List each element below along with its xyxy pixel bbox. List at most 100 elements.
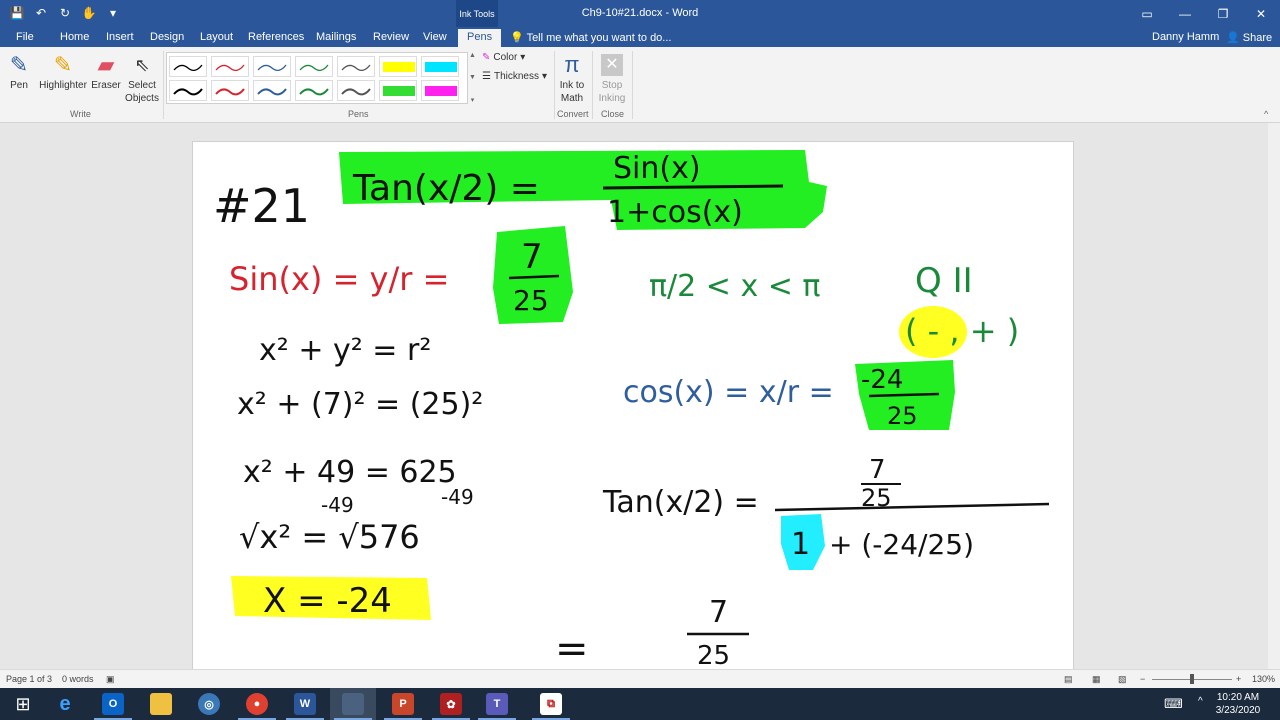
gallery-down-icon[interactable]: ▼ [468, 74, 477, 81]
save-icon[interactable]: 💾 [8, 4, 26, 22]
notifications-chevron-icon[interactable]: ^ [1198, 696, 1203, 707]
tell-me-box[interactable]: 💡 Tell me what you want to do... [510, 31, 671, 44]
system-clock[interactable]: 10:20 AM 3/23/2020 [1210, 691, 1266, 717]
page-count[interactable]: Page 1 of 3 [6, 674, 52, 684]
highlighter-swatch[interactable] [421, 56, 459, 77]
proofing-icon[interactable]: ▣ [106, 674, 115, 685]
share-label: Share [1242, 32, 1273, 44]
windows-start-icon: ⊞ [15, 693, 31, 714]
document-page[interactable]: #21 Tan(x/2) = Sin(x) 1+cos(x) x² + y² =… [192, 141, 1074, 681]
tab-design[interactable]: Design [150, 29, 184, 47]
minimize-icon[interactable]: — [1166, 0, 1204, 27]
tab-mailings[interactable]: Mailings [316, 29, 356, 47]
pen-stroke-sample [341, 88, 371, 96]
pen-swatch[interactable] [295, 80, 333, 101]
tab-home[interactable]: Home [60, 29, 89, 47]
taskbar-ie[interactable]: e [42, 688, 88, 720]
pen-swatch[interactable] [211, 56, 249, 77]
read-mode-icon[interactable]: ▤ [1064, 674, 1073, 685]
undo-icon[interactable]: ↶ [32, 4, 50, 22]
result-equation: X = -24 [263, 581, 392, 621]
word-icon: W [294, 693, 316, 715]
stop-inking-button[interactable]: ✕ Stop Inking [596, 51, 628, 105]
keyboard-icon[interactable]: ⌨ [1164, 696, 1183, 712]
step-one-equation: x² + 49 = 625 [243, 455, 457, 490]
tab-review[interactable]: Review [373, 29, 409, 47]
pen-button[interactable]: ✎ Pen [6, 51, 32, 92]
tab-file[interactable]: File [16, 29, 34, 47]
zoom-out-icon[interactable]: − [1140, 674, 1145, 684]
tab-view[interactable]: View [423, 29, 447, 47]
step-one-subtract-right: -49 [441, 485, 474, 509]
pen-swatch[interactable] [337, 80, 375, 101]
restore-icon[interactable]: ❐ [1204, 0, 1242, 27]
tab-insert[interactable]: Insert [106, 29, 134, 47]
pen-swatch[interactable] [253, 80, 291, 101]
user-name[interactable]: Danny Hamm [1152, 31, 1219, 43]
tab-layout[interactable]: Layout [200, 29, 233, 47]
gallery-up-icon[interactable]: ▲ [468, 52, 477, 59]
pen-swatch[interactable] [169, 80, 207, 101]
problem-number: #21 [213, 179, 310, 233]
gallery-more-icon[interactable]: ▾ [468, 96, 477, 104]
pen-swatch[interactable] [253, 56, 291, 77]
identity-numerator: Sin(x) [613, 151, 701, 186]
taskbar-app[interactable]: ◎ [186, 688, 232, 720]
taskbar-word[interactable]: W [282, 688, 328, 720]
highlighter-swatch[interactable] [421, 80, 459, 101]
taskbar-file-explorer[interactable] [138, 688, 184, 720]
document-title: Ch9-10#21.docx - Word [581, 7, 699, 19]
vertical-scrollbar[interactable] [1268, 123, 1280, 669]
ink-to-math-button[interactable]: π Ink to Math [556, 51, 588, 105]
zoom-slider-thumb[interactable] [1190, 674, 1194, 684]
select-objects-button[interactable]: ⇖ Select Objects [122, 51, 162, 105]
pen-swatch[interactable] [169, 56, 207, 77]
zoom-level[interactable]: 130% [1252, 674, 1275, 684]
share-button[interactable]: 👤 Share [1226, 31, 1272, 44]
taskbar-outlook[interactable]: O [90, 688, 136, 720]
taskbar-powerpoint[interactable]: P [380, 688, 426, 720]
pen-swatch[interactable] [337, 56, 375, 77]
taskbar-teams[interactable]: T [474, 688, 520, 720]
start-button[interactable]: ⊞ [0, 688, 46, 720]
highlighter-swatch[interactable] [379, 56, 417, 77]
ribbon-display-icon[interactable]: ▭ [1128, 0, 1166, 27]
step-one-subtract-left: -49 [321, 493, 354, 517]
taskbar-chrome[interactable]: ● [234, 688, 280, 720]
cos-equation: cos(x) = x/r = [623, 375, 834, 410]
identity-fraction-bar [602, 184, 784, 190]
pen-swatch[interactable] [295, 56, 333, 77]
window-controls: ▭ — ❐ ✕ [1128, 0, 1280, 27]
stop-inking-label-1: Stop [601, 80, 623, 91]
eraser-button[interactable]: ▰ Eraser [91, 51, 121, 92]
gallery-scroll: ▲ ▼ ▾ [468, 52, 477, 104]
web-layout-icon[interactable]: ▧ [1118, 674, 1127, 685]
pen-swatch[interactable] [211, 80, 249, 101]
taskbar-active-app[interactable] [330, 688, 376, 720]
collapse-ribbon-icon[interactable]: ^ [1264, 109, 1268, 119]
final-denominator: 25 [697, 641, 730, 671]
color-button[interactable]: ✎ Color ▾ [482, 52, 525, 63]
dropdown-arrow-icon: ▾ [541, 71, 548, 82]
highlighter-swatch[interactable] [379, 80, 417, 101]
select-objects-label-1: Select [128, 80, 156, 91]
tab-references[interactable]: References [248, 29, 304, 47]
close-icon[interactable]: ✕ [1242, 0, 1280, 27]
print-layout-icon[interactable]: ▦ [1092, 674, 1101, 685]
highlighter-button[interactable]: ✎ Highlighter [36, 51, 90, 92]
outlook-icon: O [102, 693, 124, 715]
word-count[interactable]: 0 words [62, 674, 94, 684]
zoom-in-icon[interactable]: + [1236, 674, 1241, 684]
taskbar-paint[interactable]: ✿ [428, 688, 474, 720]
customize-qat-icon[interactable]: ▾ [104, 4, 122, 22]
thickness-label: Thickness [493, 71, 539, 82]
identity-denominator: 1+cos(x) [607, 195, 743, 230]
redo-icon[interactable]: ↻ [56, 4, 74, 22]
ink-canvas[interactable]: #21 Tan(x/2) = Sin(x) 1+cos(x) x² + y² =… [193, 142, 1074, 681]
taskbar-acrobat[interactable]: ⧉ [528, 688, 574, 720]
interval-inequality: π/2 < x < π [649, 269, 821, 304]
tab-pens[interactable]: Pens [458, 29, 502, 47]
touch-mode-icon[interactable]: ✋ [80, 4, 98, 22]
thickness-button[interactable]: ☰ Thickness ▾ [482, 71, 547, 82]
ribbon-separator [554, 51, 555, 119]
